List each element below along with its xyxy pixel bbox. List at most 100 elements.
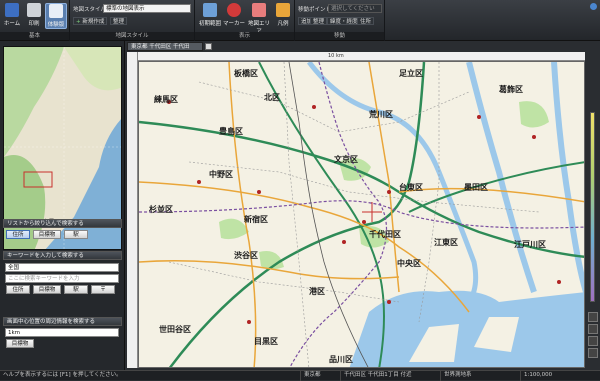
- ward-label: 中央区: [397, 258, 421, 268]
- organize-button[interactable]: 整理: [110, 17, 128, 25]
- crosshair-marker-icon: [227, 3, 241, 17]
- group-label-move: 移動: [295, 32, 384, 40]
- nearby-landmark-button[interactable]: 目標物: [6, 339, 34, 348]
- map-style-select[interactable]: 標準の地図表示: [103, 4, 191, 13]
- ribbon-group-move: 移動ポイント 選択してください 追加 整理 緯度・経度 住所 移動: [295, 0, 385, 41]
- tab-address[interactable]: 住所: [6, 230, 30, 239]
- home-label: ホーム: [3, 21, 21, 27]
- layer-icon: [49, 4, 63, 18]
- tab-station[interactable]: 駅: [64, 230, 88, 239]
- printer-icon: [27, 3, 41, 17]
- kw-tab-address[interactable]: 住所: [6, 285, 30, 294]
- prefecture-value: 全国: [8, 265, 20, 271]
- organize-points-button[interactable]: 整理: [310, 17, 328, 25]
- ward-label: 台東区: [399, 182, 423, 192]
- ward-label: 板橋区: [234, 68, 258, 78]
- ward-label: 豊島区: [219, 126, 243, 136]
- address-jump-label: 住所: [360, 19, 372, 25]
- ward-label: 足立区: [399, 68, 423, 78]
- home-button[interactable]: ホーム: [2, 3, 22, 29]
- close-tab-icon[interactable]: [205, 43, 212, 50]
- initial-view-label: 初期範囲: [198, 21, 221, 27]
- ward-label: 文京区: [334, 154, 358, 164]
- status-bar: ヘルプを表示するには [F1] を押してください。 東京都 千代田区 千代田1丁…: [0, 370, 600, 381]
- top-ruler: 10 km: [138, 52, 585, 61]
- zoom-out-button[interactable]: [588, 324, 598, 334]
- trunk-road: [398, 187, 584, 203]
- map-document-tab[interactable]: 東京都 千代田区 千代田: [127, 42, 203, 51]
- organize-points-label: 整理: [313, 19, 325, 25]
- new-create-button[interactable]: + 新規作成: [73, 17, 108, 25]
- pan-button[interactable]: [588, 336, 598, 346]
- ward-label: 品川区: [329, 355, 353, 364]
- grid-icon: [203, 3, 217, 17]
- ribbon-group-map-style: 地図スタイル 標準の地図表示 + 新規作成 整理 地図スタイル: [70, 0, 195, 41]
- zoom-in-button[interactable]: [588, 312, 598, 322]
- railway-line: [288, 62, 369, 367]
- radius-value: 1km: [8, 330, 21, 336]
- address-jump-button[interactable]: 住所: [357, 17, 375, 25]
- ribbon-toolbar: ホーム 印刷 体験版 基本 地図スタイル 標準の地図表示 + 新規作成 整理 地…: [0, 0, 600, 41]
- ribbon-group-basic: ホーム 印刷 体験版 基本: [0, 0, 70, 41]
- ward-label: 新宿区: [244, 214, 268, 224]
- new-create-label: 新規作成: [82, 19, 105, 25]
- ward-label: 千代田区: [369, 229, 401, 239]
- ward-label: 目黒区: [254, 336, 278, 346]
- map-graphic: 北区 板橋区 足立区 葛飾区 練馬区 荒川区 豊島区 中野区 文京区 台東区 墨…: [139, 62, 584, 367]
- kw-tab-landmark[interactable]: 目標物: [33, 285, 61, 294]
- map-style-value: 標準の地図表示: [106, 6, 145, 12]
- keyword-input[interactable]: ここに検索キーワードを入力: [5, 274, 119, 283]
- main-map[interactable]: 北区 板橋区 足立区 葛飾区 練馬区 荒川区 豊島区 中野区 文京区 台東区 墨…: [138, 61, 585, 368]
- sumida-river: [307, 62, 479, 304]
- home-icon: [5, 3, 19, 17]
- plus-icon: +: [76, 19, 81, 25]
- print-label: 印刷: [28, 21, 40, 27]
- ward-label: 世田谷区: [159, 324, 191, 334]
- fit-button[interactable]: [588, 348, 598, 358]
- ward-label: 中野区: [209, 169, 233, 179]
- group-label-map-style: 地図スタイル: [70, 32, 194, 40]
- marker-button[interactable]: マーカー: [223, 3, 245, 29]
- ward-label: 荒川区: [368, 109, 393, 119]
- ward-label: 港区: [309, 286, 325, 296]
- ward-label: 練馬区: [154, 94, 178, 104]
- left-ruler: [127, 52, 138, 368]
- layer-button[interactable]: 体験版: [45, 3, 67, 29]
- keyword-placeholder: ここに検索キーワードを入力: [8, 276, 80, 282]
- ribbon-help-icon[interactable]: [590, 3, 597, 10]
- prefecture-select[interactable]: 全国: [5, 263, 119, 272]
- move-point-value: 選択してください: [331, 6, 375, 12]
- kw-tab-postal[interactable]: 〒: [91, 285, 115, 294]
- move-point-label: 移動ポイント: [298, 7, 332, 13]
- legend-button[interactable]: 凡例: [273, 3, 293, 29]
- park-area: [519, 101, 549, 128]
- zoom-scale-bar[interactable]: [590, 112, 595, 302]
- map-area-icon: [252, 3, 266, 17]
- ward-label: 杉並区: [149, 204, 173, 214]
- right-tool-palette: [586, 52, 600, 368]
- ward-label: 江東区: [434, 237, 458, 247]
- map-style-label: 地図スタイル: [73, 7, 107, 13]
- map-area-button[interactable]: 地図エリア: [246, 3, 272, 35]
- ward-label: 江戸川区: [514, 239, 546, 249]
- group-label-display: 表示: [195, 32, 294, 40]
- tab-landmark[interactable]: 目標物: [33, 230, 61, 239]
- initial-view-button[interactable]: 初期範囲: [198, 3, 222, 29]
- left-search-panel: 伊豆 リストから絞り込んで検索する 住所 目標物 駅 キーワードを入力して検索す…: [0, 41, 125, 370]
- print-button[interactable]: 印刷: [24, 3, 44, 29]
- move-point-select[interactable]: 選択してください: [328, 4, 382, 13]
- latlon-button[interactable]: 緯度・経度: [327, 17, 361, 25]
- map-tab-title: 東京都 千代田区 千代田: [131, 44, 190, 50]
- group-label-basic: 基本: [0, 32, 69, 40]
- legend-label: 凡例: [277, 21, 289, 27]
- ruler-scale-label: 10 km: [328, 53, 344, 59]
- kw-tab-station[interactable]: 駅: [64, 285, 88, 294]
- status-help-text: ヘルプを表示するには [F1] を押してください。: [3, 372, 122, 378]
- radius-select[interactable]: 1km: [5, 328, 119, 337]
- organize-label: 整理: [113, 19, 125, 25]
- list-search-header: リストから絞り込んで検索する: [3, 219, 122, 228]
- arakawa-river: [466, 62, 537, 293]
- ribbon-group-display: 初期範囲 マーカー 地図エリア 凡例 表示: [195, 0, 295, 41]
- legend-icon: [276, 3, 290, 17]
- marker-label: マーカー: [223, 21, 246, 27]
